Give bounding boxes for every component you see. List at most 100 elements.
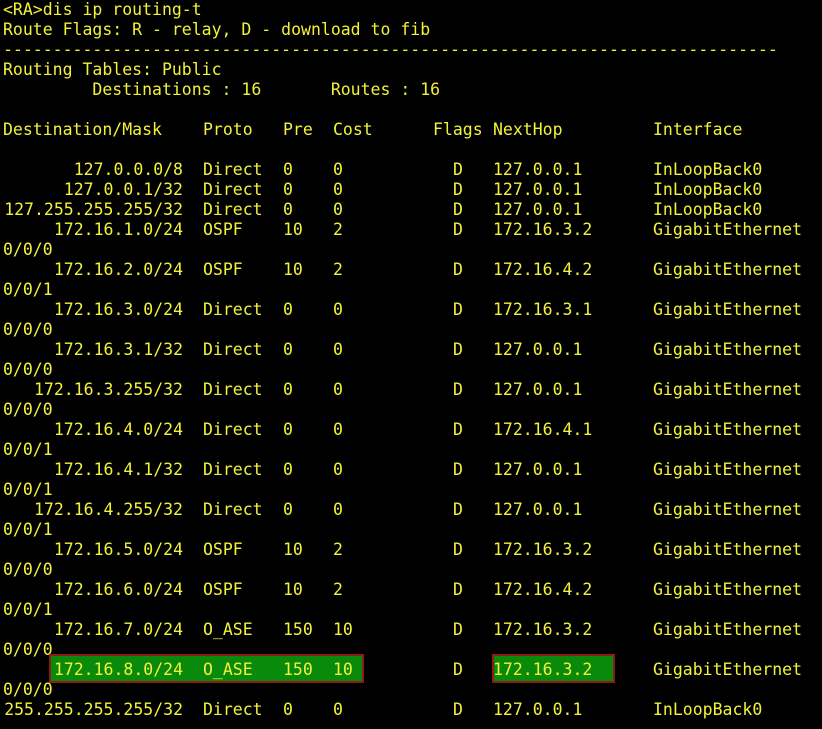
destination-cell: 172.16.4.1/32 (53, 460, 183, 479)
nexthop-cell: 172.16.3.2 (493, 540, 593, 559)
interface-continuation: 0/0/0 (3, 360, 53, 379)
table-row: 172.16.6.0/24 OSPF 10 2 D 172.16.4.2 GigabitEt… (0, 580, 822, 600)
pre-cell: 0 (283, 200, 293, 219)
nexthop-cell: 127.0.0.1 (493, 160, 583, 179)
destination-cell: 172.16.3.1/32 (53, 340, 183, 359)
pre-cell: 10 (283, 220, 303, 239)
interface-continuation: 0/0/0 (3, 400, 53, 419)
proto-cell: O_ASE (203, 660, 253, 679)
table-row: 172.16.4.0/24 Direct 0 0 D 172.16.4.1 GigabitE… (0, 420, 822, 440)
interface-continuation: 0/0/1 (3, 520, 53, 539)
flags-cell: D (453, 380, 463, 399)
interface-continuation-line: 0/0/1 (0, 520, 822, 540)
proto-cell: OSPF (203, 260, 243, 279)
pre-cell: 0 (283, 340, 293, 359)
proto-cell: OSPF (203, 540, 243, 559)
pre-cell: 150 (283, 660, 313, 679)
column-header-destination: Destination/Mask (3, 120, 162, 139)
nexthop-cell: 127.0.0.1 (493, 700, 583, 719)
destination-cell: 172.16.2.0/24 (53, 260, 183, 279)
pre-cell: 10 (283, 540, 303, 559)
interface-continuation: 0/0/0 (3, 320, 53, 339)
nexthop-cell: 172.16.3.1 (493, 300, 593, 319)
interface-cell: GigabitEthernet (653, 540, 803, 559)
nexthop-cell: 172.16.4.2 (493, 260, 593, 279)
table-header: Destination/Mask Proto Pre Cost Flags Ne… (0, 120, 822, 140)
cost-cell: 0 (333, 380, 343, 399)
nexthop-cell: 172.16.4.1 (493, 420, 593, 439)
interface-continuation-line: 0/0/0 (0, 360, 822, 380)
proto-cell: Direct (203, 500, 263, 519)
interface-continuation: 0/0/1 (3, 600, 53, 619)
cost-cell: 10 (333, 660, 353, 679)
proto-cell: Direct (203, 420, 263, 439)
flags-cell: D (453, 500, 463, 519)
cost-cell: 0 (333, 180, 343, 199)
pre-cell: 0 (283, 180, 293, 199)
column-header-flags: Flags (433, 120, 483, 139)
cost-cell: 10 (333, 620, 353, 639)
destination-cell: 172.16.4.255/32 (33, 500, 183, 519)
cost-cell: 2 (333, 580, 343, 599)
interface-continuation-line: 0/0/1 (0, 480, 822, 500)
table-row: 127.255.255.255/32 Direct 0 0 D 127.0.0.1 InLo… (0, 200, 822, 220)
column-header-pre: Pre (283, 120, 313, 139)
interface-continuation: 0/0/0 (3, 640, 53, 659)
flags-cell: D (453, 660, 463, 679)
flags-cell: D (453, 200, 463, 219)
destination-cell: 127.255.255.255/32 (4, 200, 183, 219)
table-row: 172.16.3.255/32 Direct 0 0 D 127.0.0.1 Gigabit… (0, 380, 822, 400)
proto-cell: Direct (203, 200, 263, 219)
cost-cell: 2 (333, 260, 343, 279)
table-row: 127.0.0.0/8 Direct 0 0 D 127.0.0.1 InLoopBack0 (0, 160, 822, 180)
interface-continuation-line: 0/0/0 (0, 680, 822, 700)
cost-cell: 0 (333, 460, 343, 479)
table-row: 172.16.3.0/24 Direct 0 0 D 172.16.3.1 GigabitE… (0, 300, 822, 320)
cost-cell: 0 (333, 500, 343, 519)
destination-cell: 255.255.255.255/32 (4, 700, 183, 719)
terminal-window[interactable]: <RA>dis ip routing-t Route Flags: R - re… (0, 0, 822, 729)
interface-continuation-line: 0/0/0 (0, 560, 822, 580)
pre-cell: 10 (283, 580, 303, 599)
command-prompt-line: <RA>dis ip routing-t (3, 0, 202, 19)
interface-cell: GigabitEthernet (653, 220, 803, 239)
flags-cell: D (453, 180, 463, 199)
cost-cell: 0 (333, 300, 343, 319)
destination-cell: 172.16.8.0/24 (53, 660, 183, 679)
destination-cell: 172.16.3.0/24 (53, 300, 183, 319)
nexthop-cell: 172.16.3.2 (493, 220, 593, 239)
cost-cell: 0 (333, 340, 343, 359)
table-row: 172.16.8.0/24 O_ASE 150 10 D 172.16.3.2 Gigabi… (0, 660, 822, 680)
flags-cell: D (453, 620, 463, 639)
pre-cell: 10 (283, 260, 303, 279)
flags-cell: D (453, 340, 463, 359)
proto-cell: Direct (203, 300, 263, 319)
nexthop-cell: 172.16.3.2 (493, 660, 593, 679)
interface-continuation: 0/0/1 (3, 440, 53, 459)
interface-cell: InLoopBack0 (653, 180, 763, 199)
proto-cell: O_ASE (203, 620, 253, 639)
pre-cell: 0 (283, 420, 293, 439)
pre-cell: 0 (283, 500, 293, 519)
interface-continuation: 0/0/0 (3, 240, 53, 259)
interface-cell: InLoopBack0 (653, 200, 763, 219)
proto-cell: Direct (203, 180, 263, 199)
nexthop-cell: 127.0.0.1 (493, 500, 583, 519)
interface-continuation: 0/0/0 (3, 560, 53, 579)
flags-cell: D (453, 460, 463, 479)
nexthop-cell: 172.16.4.2 (493, 580, 593, 599)
destination-cell: 172.16.6.0/24 (53, 580, 183, 599)
interface-continuation: 0/0/0 (3, 680, 53, 699)
destination-cell: 172.16.4.0/24 (53, 420, 183, 439)
interface-cell: GigabitEthernet (653, 460, 803, 479)
table-row: 172.16.3.1/32 Direct 0 0 D 127.0.0.1 GigabitEt… (0, 340, 822, 360)
nexthop-cell: 127.0.0.1 (493, 180, 583, 199)
table-row: 172.16.7.0/24 O_ASE 150 10 D 172.16.3.2 Gigabi… (0, 620, 822, 640)
column-header-nexthop: NextHop (493, 120, 563, 139)
proto-cell: Direct (203, 340, 263, 359)
interface-cell: GigabitEthernet (653, 500, 803, 519)
interface-continuation-line: 0/0/0 (0, 240, 822, 260)
proto-cell: OSPF (203, 580, 243, 599)
interface-cell: GigabitEthernet (653, 620, 803, 639)
flags-cell: D (453, 420, 463, 439)
